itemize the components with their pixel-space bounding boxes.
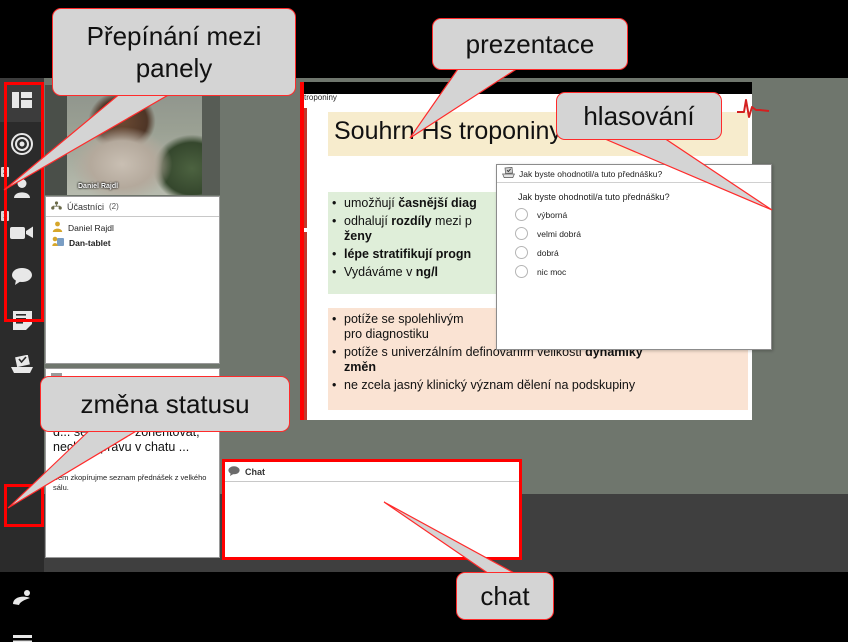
callout-panels-label: Přepínání mezi panely: [52, 8, 296, 96]
slide-bullet: ne zcela jasný klinický význam dělení na…: [344, 378, 740, 393]
participants-count: (2): [109, 202, 119, 211]
callout-status-label: změna statusu: [40, 376, 290, 432]
bullet-text: Vydáváme v: [344, 265, 416, 279]
notes-icon: [12, 310, 32, 330]
radio-button-icon[interactable]: [515, 265, 528, 278]
bullet-text: ženy: [344, 229, 372, 243]
sidebar-item-layout[interactable]: [0, 78, 44, 122]
bullet-text: ne zcela jasný klinický význam dělení na…: [344, 378, 636, 392]
participants-icon: [51, 198, 62, 216]
sidebar-item-status[interactable]: [0, 576, 44, 620]
sidebar-item-poll[interactable]: [0, 342, 44, 386]
poll-option-label: nic moc: [537, 266, 567, 277]
bullet-text: lépe stratifikují progn: [344, 247, 472, 261]
poll-option[interactable]: nic moc: [515, 265, 771, 278]
sidebar-item-notes[interactable]: [0, 298, 44, 342]
radio-button-icon[interactable]: [515, 227, 528, 240]
list-item[interactable]: Daniel Rajdl: [52, 220, 219, 235]
bullet-text: změn: [344, 360, 376, 374]
callout-voting-label: hlasování: [556, 92, 722, 140]
poll-option[interactable]: dobrá: [515, 246, 771, 259]
chat-bubble-icon: [11, 267, 33, 285]
bullet-text: umožňují: [344, 196, 399, 210]
callout-chat-label: chat: [456, 572, 554, 620]
camera-icon: [10, 225, 34, 240]
slide-accent-line-bottom: [304, 232, 307, 420]
poll-ballot-icon: [10, 354, 34, 374]
callout-presentation-label: prezentace: [432, 18, 628, 70]
layout-icon: [12, 92, 32, 108]
raise-hand-icon: [11, 589, 33, 607]
bullet-text: odhalují: [344, 214, 392, 228]
hamburger-menu-icon: [12, 634, 32, 642]
participant-name: Daniel Rajdl: [68, 222, 114, 233]
bullet-text: rozdíly: [391, 214, 432, 228]
sidebar-item-record[interactable]: [0, 122, 44, 166]
bullet-text: časnější diag: [398, 196, 477, 210]
participants-panel: Účastníci (2) Daniel Rajdl Dan-tablet: [45, 196, 220, 364]
sidebar-item-video[interactable]: 1: [0, 210, 44, 254]
user-icon: [52, 221, 63, 234]
bullet-text: potíže se spolehlivým: [344, 312, 464, 326]
rail-spacer: [0, 386, 44, 476]
user-device-icon: [52, 236, 64, 249]
poll-option-label: dobrá: [537, 247, 559, 258]
participants-list: Daniel Rajdl Dan-tablet: [46, 217, 219, 250]
participants-badge: 2: [1, 167, 10, 177]
participants-panel-header: Účastníci (2): [46, 197, 219, 217]
participants-panel-title: Účastníci: [67, 201, 105, 212]
bullet-text: ng/l: [415, 265, 439, 279]
radio-button-icon[interactable]: [515, 208, 528, 221]
sidebar-item-menu[interactable]: [0, 620, 44, 642]
slide-bullet: změn: [344, 360, 740, 375]
sidebar-item-chat[interactable]: [0, 254, 44, 298]
radio-button-icon[interactable]: [515, 246, 528, 259]
video-badge: 1: [1, 211, 10, 221]
bullet-text: mezi p: [431, 214, 472, 228]
list-item[interactable]: Dan-tablet: [52, 235, 219, 250]
participant-name: Dan-tablet: [69, 237, 111, 248]
record-icon: [11, 133, 33, 155]
bullet-text: pro diagnostiku: [344, 327, 429, 341]
screenshot-root: 2 1 Daniel Rajdl Účastníci (2) Daniel Ra…: [0, 0, 848, 642]
poll-ballot-icon: [502, 165, 515, 183]
